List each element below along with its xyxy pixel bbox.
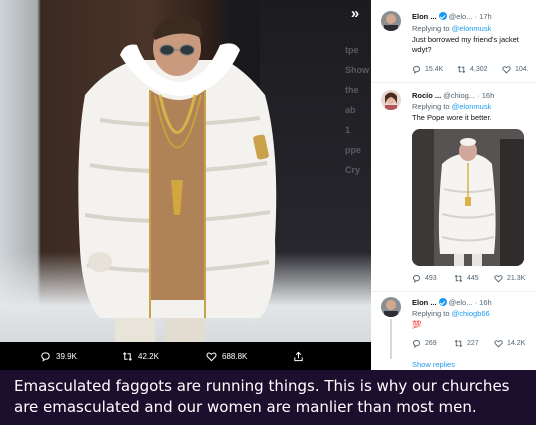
photo-viewer: tpe Show the ab 1 ppe Cry » 39.9K 42.2K … xyxy=(0,0,371,370)
verified-badge-icon xyxy=(438,12,447,20)
overlay-fragment: ppe xyxy=(345,145,362,155)
caption-bar: Emasculated faggots are running things. … xyxy=(0,370,536,425)
caption-text: Emasculated faggots are running things. … xyxy=(14,377,510,416)
reply-icon xyxy=(41,351,50,362)
retweet-icon xyxy=(454,274,463,283)
tweet-header: Elon ... @elo... · 17h xyxy=(412,12,492,21)
avatar[interactable] xyxy=(381,297,401,317)
divider xyxy=(371,82,536,83)
replying-to: Replying to @chiogb66 xyxy=(412,309,490,318)
retweet-button[interactable]: 227 xyxy=(454,339,479,348)
reply-thread-panel: Elon ... @elo... · 17h Replying to @elonm… xyxy=(371,0,536,370)
overlay-fragment: tpe xyxy=(345,45,359,55)
timestamp[interactable]: · 16h xyxy=(477,91,494,100)
reply-button[interactable]: 39.9K xyxy=(40,342,77,370)
retweet-icon xyxy=(123,351,132,361)
tweet-text: 💯 xyxy=(412,320,422,329)
like-button[interactable]: 104. xyxy=(502,65,529,74)
handle[interactable]: @elo... xyxy=(449,298,473,307)
overlay-fragment: Show xyxy=(345,65,369,75)
divider xyxy=(371,291,536,292)
tweet-header: Rocío ... @chiog... · 16h xyxy=(412,91,494,100)
reply-icon xyxy=(413,275,420,283)
overlay-fragment: 1 xyxy=(345,125,351,135)
reply-count: 269 xyxy=(425,340,437,347)
retweet-icon xyxy=(457,65,466,74)
replying-to-link[interactable]: @chiogb66 xyxy=(452,309,490,318)
retweet-button[interactable]: 445 xyxy=(454,274,479,283)
like-count: 21.3K xyxy=(507,275,526,282)
verified-badge-icon xyxy=(438,298,447,306)
replying-to-label: Replying to xyxy=(412,309,450,318)
replying-to-label: Replying to xyxy=(412,24,450,33)
display-name[interactable]: Elon ... xyxy=(412,298,437,307)
like-icon xyxy=(494,275,503,283)
tweet-stats: 15.4K 4,302 104. xyxy=(412,65,536,77)
retweet-count: 42.2K xyxy=(138,351,159,361)
like-icon xyxy=(494,340,503,348)
reply-count: 15.4K xyxy=(425,66,444,73)
replying-to: Replying to @elonmusk xyxy=(412,102,491,111)
avatar[interactable] xyxy=(381,90,401,110)
puffer-jacket-photo xyxy=(78,16,277,342)
background-tweet-fragments: tpe Show the ab 1 ppe Cry xyxy=(345,40,371,180)
like-count: 688.8K xyxy=(222,351,248,361)
like-button[interactable]: 14.2K xyxy=(494,339,525,348)
retweet-count: 4,302 xyxy=(470,66,488,73)
photo-action-bar: 39.9K 42.2K 688.8K xyxy=(0,342,371,370)
tweet-stats: 493 445 21.3K xyxy=(412,274,536,286)
share-icon xyxy=(294,351,303,361)
display-name[interactable]: Elon ... xyxy=(412,12,437,21)
overlay-fragment: Cry xyxy=(345,165,361,175)
like-count: 104. xyxy=(515,66,529,73)
reply-count: 39.9K xyxy=(56,351,77,361)
tweet-stats: 269 227 14.2K xyxy=(412,339,536,351)
replying-to-link[interactable]: @elonmusk xyxy=(452,102,492,111)
expand-icon[interactable]: » xyxy=(347,6,363,22)
display-name[interactable]: Rocío ... xyxy=(412,91,441,100)
reply-count: 493 xyxy=(425,275,437,282)
handle[interactable]: @elo... xyxy=(449,12,473,21)
reply-button[interactable]: 269 xyxy=(412,339,437,348)
show-replies-link[interactable]: Show replies xyxy=(412,360,455,369)
thread-connector-line xyxy=(390,319,392,359)
timestamp[interactable]: · 17h xyxy=(475,12,492,21)
replying-to-link[interactable]: @elonmusk xyxy=(452,24,492,33)
overlay-fragment: the xyxy=(345,85,359,95)
pope-puffer-image[interactable] xyxy=(412,129,524,266)
reply-button[interactable]: 493 xyxy=(412,274,437,283)
retweet-button[interactable]: 42.2K xyxy=(122,342,159,370)
reply-icon xyxy=(413,340,420,348)
reply-button[interactable]: 15.4K xyxy=(412,65,443,74)
like-count: 14.2K xyxy=(507,340,526,347)
replying-to: Replying to @elonmusk xyxy=(412,24,491,33)
like-icon xyxy=(206,352,217,361)
overlay-fragment: ab xyxy=(345,105,356,115)
tweet-text: Just borrowed my friend's jacket wdyt? xyxy=(412,35,519,54)
like-button[interactable]: 21.3K xyxy=(494,274,525,283)
retweet-icon xyxy=(454,339,463,348)
retweet-count: 227 xyxy=(467,340,479,347)
retweet-button[interactable]: 4,302 xyxy=(457,65,488,74)
handle[interactable]: @chiog... xyxy=(443,91,475,100)
tweet-header: Elon ... @elo... · 16h xyxy=(412,298,492,307)
avatar[interactable] xyxy=(381,11,401,31)
reply-icon xyxy=(413,66,420,74)
like-button[interactable]: 688.8K xyxy=(206,342,247,370)
replying-to-label: Replying to xyxy=(412,102,450,111)
timestamp[interactable]: · 16h xyxy=(475,298,492,307)
tweet-text: The Pope wore it better. xyxy=(412,113,492,122)
like-icon xyxy=(502,66,511,74)
share-button[interactable] xyxy=(293,342,304,370)
retweet-count: 445 xyxy=(467,275,479,282)
